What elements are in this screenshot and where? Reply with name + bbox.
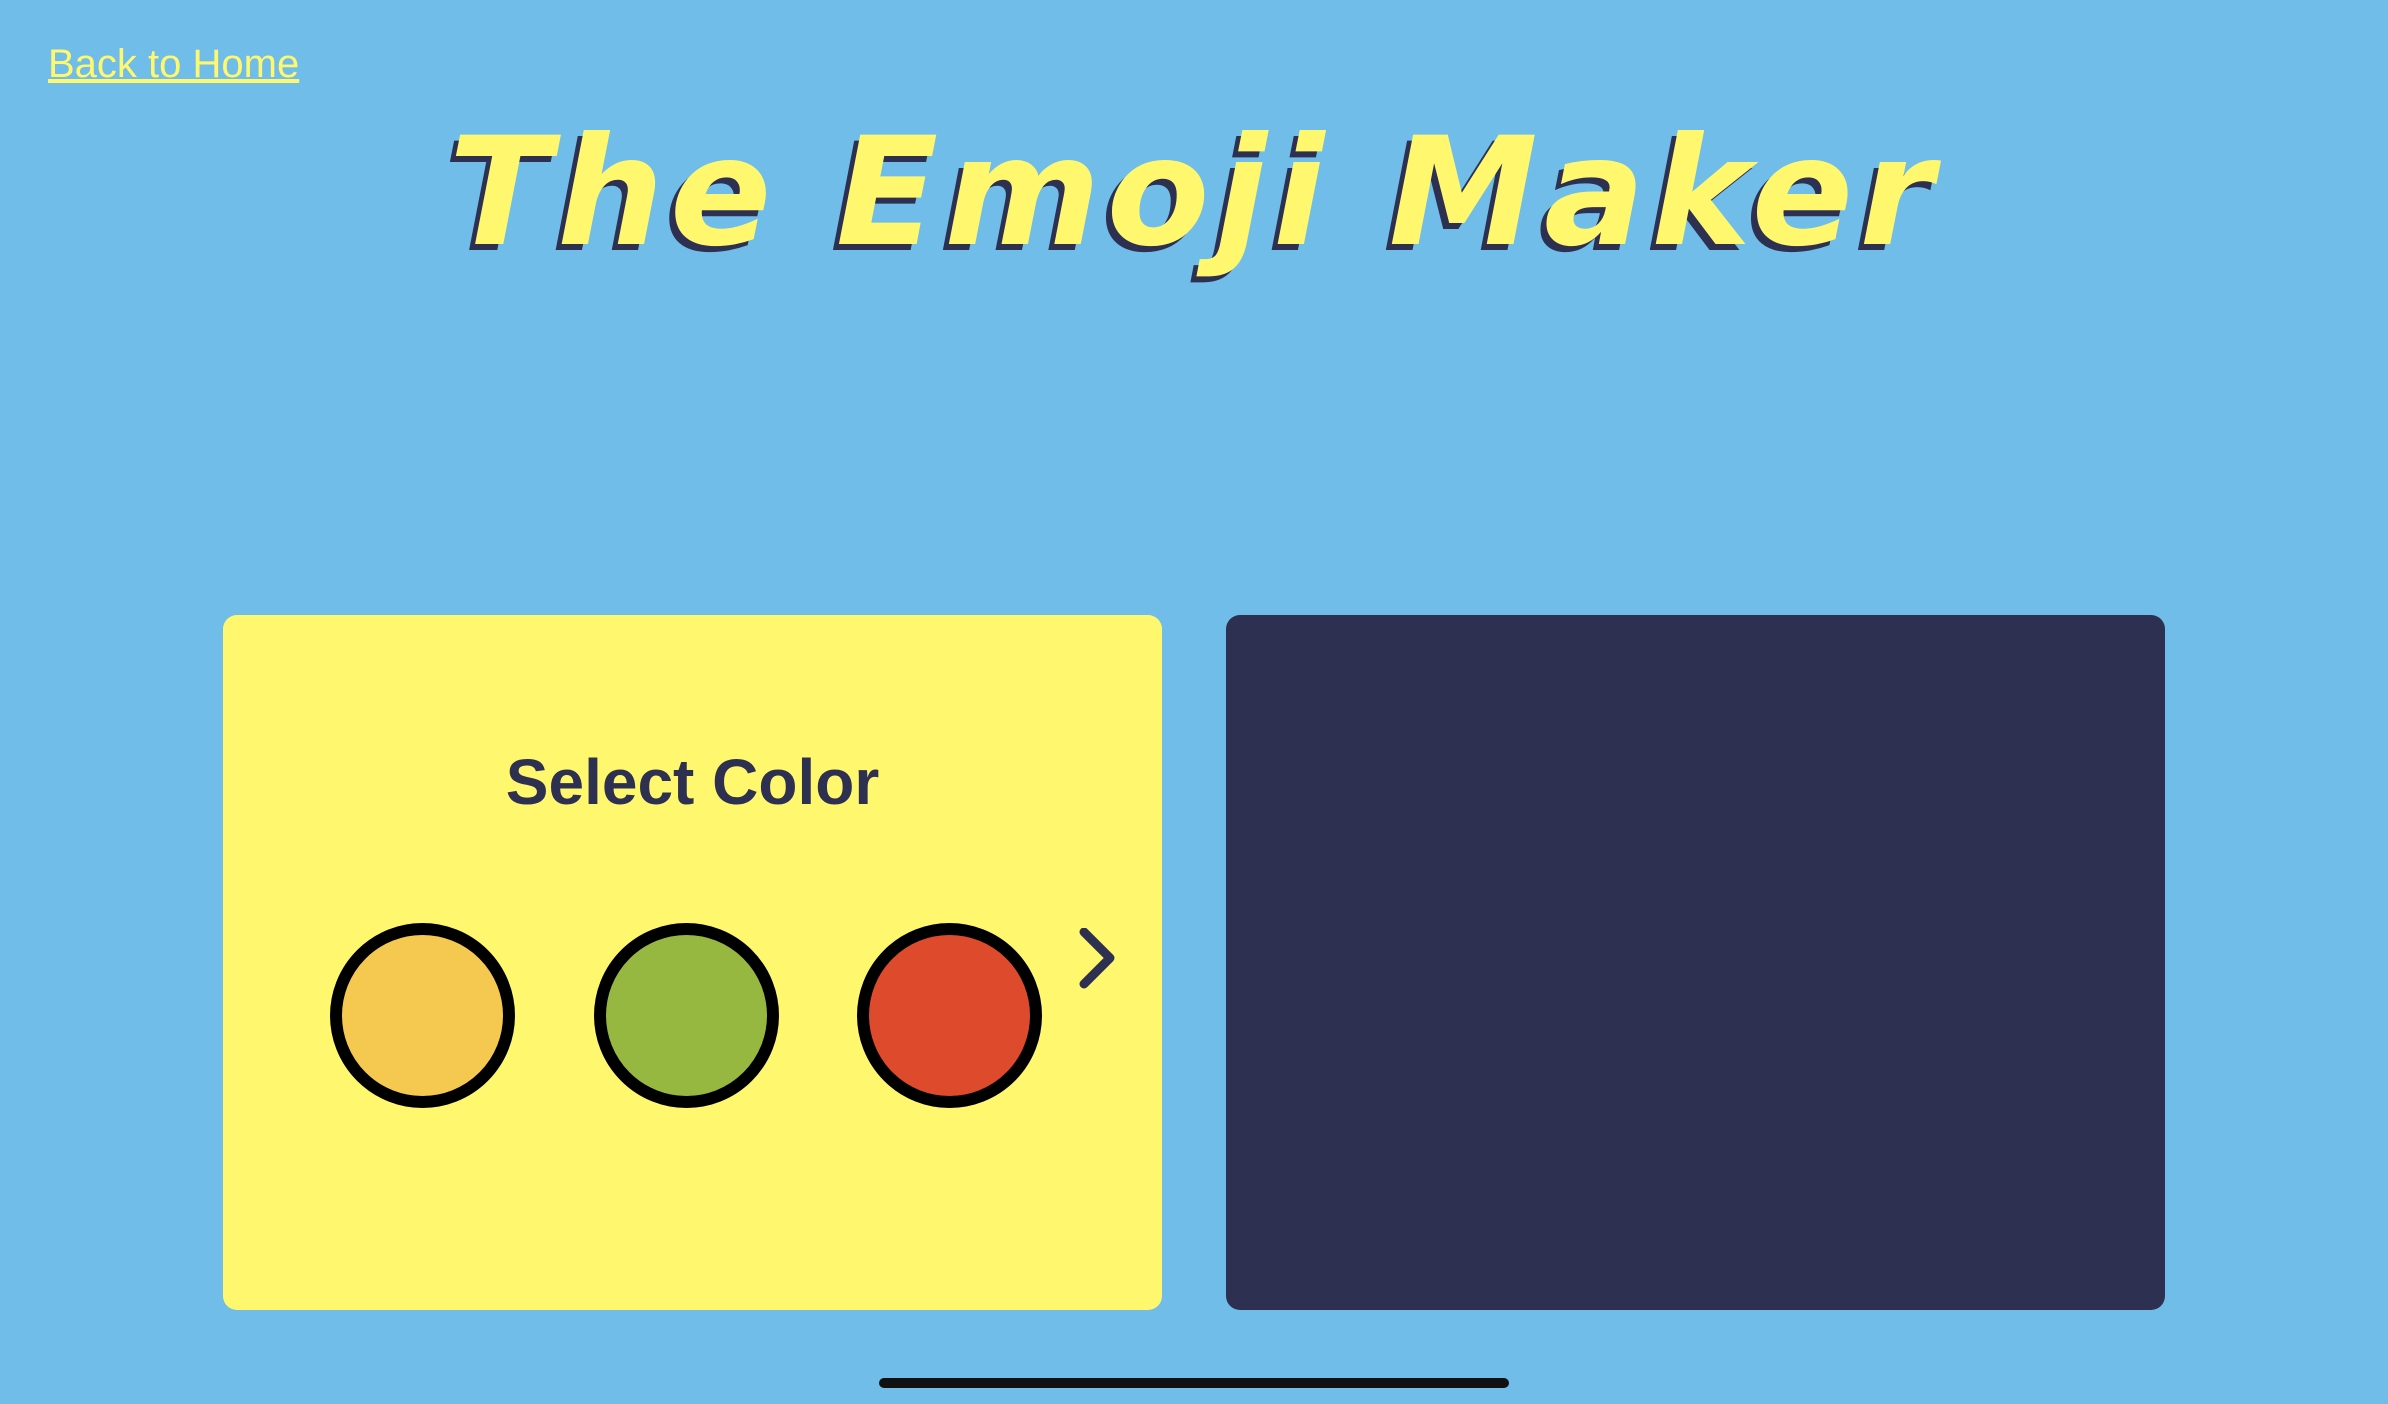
page-background: Back to Home The Emoji Maker Select Colo… (0, 0, 2388, 1404)
color-swatch-green[interactable] (594, 923, 779, 1108)
emoji-preview-panel (1226, 615, 2165, 1310)
chevron-right-icon[interactable] (1068, 927, 1132, 992)
page-title: The Emoji Maker (448, 106, 1940, 280)
emoji-maker-screen: { "nav": { "back_label": "Back to Home" … (0, 0, 2388, 1404)
select-color-heading: Select Color (505, 746, 880, 818)
home-indicator-bar[interactable] (879, 1378, 1509, 1388)
color-swatch-red[interactable] (857, 923, 1042, 1108)
color-picker-panel: Select Color (223, 615, 1162, 1310)
chevron-right-glyph (1079, 927, 1115, 989)
color-swatch-yellow[interactable] (330, 923, 515, 1108)
back-to-home-link[interactable]: Back to Home (48, 42, 299, 87)
